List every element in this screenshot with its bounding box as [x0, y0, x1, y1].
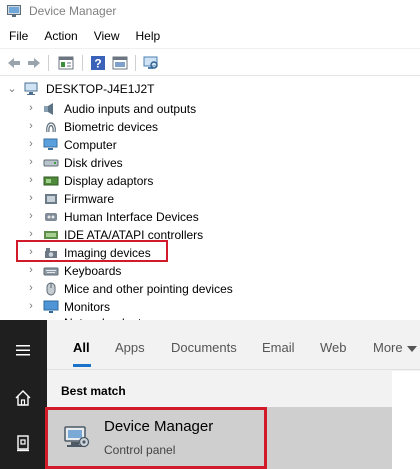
active-tab-indicator — [73, 364, 91, 367]
result-preview-pane — [392, 371, 420, 469]
chevron-right-icon[interactable]: › — [26, 210, 36, 222]
window-title: Device Manager — [29, 4, 117, 18]
tree-item-label: Mice and other pointing devices — [64, 282, 233, 296]
disk-drive-icon — [43, 159, 59, 167]
firmware-icon — [45, 194, 57, 204]
hamburger-menu-icon[interactable] — [13, 340, 33, 360]
chevron-right-icon[interactable]: › — [26, 264, 36, 276]
tree-item-label: Audio inputs and outputs — [64, 102, 197, 116]
home-icon[interactable] — [13, 388, 33, 408]
tab-email[interactable]: Email — [262, 340, 295, 355]
back-arrow-icon[interactable] — [6, 55, 22, 71]
keyboard-icon — [43, 267, 59, 276]
chevron-right-icon[interactable]: › — [26, 120, 36, 132]
help-icon[interactable]: ? — [90, 55, 106, 71]
chevron-right-icon[interactable]: › — [26, 138, 36, 150]
scan-hardware-icon[interactable] — [143, 55, 159, 71]
forward-arrow-icon[interactable] — [26, 55, 42, 71]
title-bar: Device Manager — [0, 0, 420, 24]
svg-text:?: ? — [94, 57, 101, 71]
tree-item-disk-drives[interactable]: › Disk drives — [0, 154, 420, 172]
chevron-right-icon[interactable]: › — [26, 282, 36, 294]
toolbar-separator — [135, 55, 136, 71]
best-match-heading: Best match — [61, 384, 126, 398]
device-manager-app-icon — [7, 5, 21, 17]
chevron-down-icon[interactable]: ⌄ — [7, 82, 17, 95]
menu-file[interactable]: File — [0, 27, 35, 47]
tree-root-label: DESKTOP-J4E1J2T — [46, 82, 155, 96]
fingerprint-icon — [46, 122, 56, 133]
tree-item-human-interface-devices[interactable]: › Human Interface Devices — [0, 208, 420, 226]
hid-icon — [45, 213, 57, 221]
tab-all[interactable]: All — [73, 340, 90, 355]
chevron-right-icon[interactable]: › — [26, 228, 36, 240]
tree-item-label: Disk drives — [64, 156, 123, 170]
documents-icon[interactable] — [13, 433, 33, 453]
chevron-down-icon — [406, 345, 417, 352]
imaging-devices-highlight — [16, 240, 168, 262]
toolbar: ? — [0, 48, 420, 76]
tree-item-mice-and-other-pointing-devices[interactable]: › Mice and other pointing devices — [0, 280, 420, 298]
properties-icon[interactable] — [58, 55, 74, 71]
tree-item-label: Monitors — [64, 300, 111, 314]
speaker-icon — [44, 103, 53, 115]
tree-item-label: Firmware — [64, 192, 114, 206]
chevron-right-icon[interactable]: › — [26, 192, 36, 204]
chevron-right-icon[interactable]: › — [26, 300, 36, 312]
tree-item-label: Human Interface Devices — [64, 210, 199, 224]
toolbar-separator — [48, 55, 49, 71]
tab-documents[interactable]: Documents — [171, 340, 237, 355]
tab-more-label: More — [373, 340, 403, 355]
toolbar-separator — [82, 55, 83, 71]
tree-item-label: Biometric devices — [64, 120, 159, 134]
tree-item-label: Keyboards — [64, 264, 122, 278]
menu-view[interactable]: View — [85, 27, 127, 47]
tree-item-label: Computer — [64, 138, 117, 152]
start-sidebar — [0, 320, 47, 469]
tree-item-computer[interactable]: › Computer — [0, 136, 420, 154]
tab-apps[interactable]: Apps — [115, 340, 145, 355]
computer-icon — [24, 82, 38, 95]
tree-item-label: Display adaptors — [64, 174, 154, 188]
menu-action[interactable]: Action — [35, 27, 84, 47]
tree-item-monitors[interactable]: › Monitors — [0, 298, 420, 316]
tree-item-firmware[interactable]: › Firmware — [0, 190, 420, 208]
menu-bar: File Action View Help — [0, 27, 167, 47]
search-filter-tabs: All Apps Documents Email Web More — [47, 320, 420, 370]
mouse-icon — [46, 282, 56, 296]
computer-icon — [43, 138, 58, 150]
monitor-icon — [43, 300, 59, 313]
tree-item-biometric-devices[interactable]: › Biometric devices — [0, 118, 420, 136]
tree-item-display-adaptors[interactable]: › Display adaptors — [0, 172, 420, 190]
tree-root[interactable]: ⌄ DESKTOP-J4E1J2T — [0, 80, 420, 98]
chevron-right-icon[interactable]: › — [26, 102, 36, 114]
chevron-right-icon[interactable]: › — [26, 174, 36, 186]
tree-item-audio-inputs-and-outputs[interactable]: › Audio inputs and outputs — [0, 100, 420, 118]
tree-item-keyboards[interactable]: › Keyboards — [0, 262, 420, 280]
update-driver-icon[interactable] — [112, 55, 128, 71]
device-manager-result-highlight — [45, 407, 267, 469]
display-adapter-icon — [43, 176, 59, 186]
tab-more[interactable]: More — [373, 340, 417, 355]
chevron-right-icon[interactable]: › — [26, 156, 36, 168]
menu-help[interactable]: Help — [127, 27, 168, 47]
tab-web[interactable]: Web — [320, 340, 347, 355]
